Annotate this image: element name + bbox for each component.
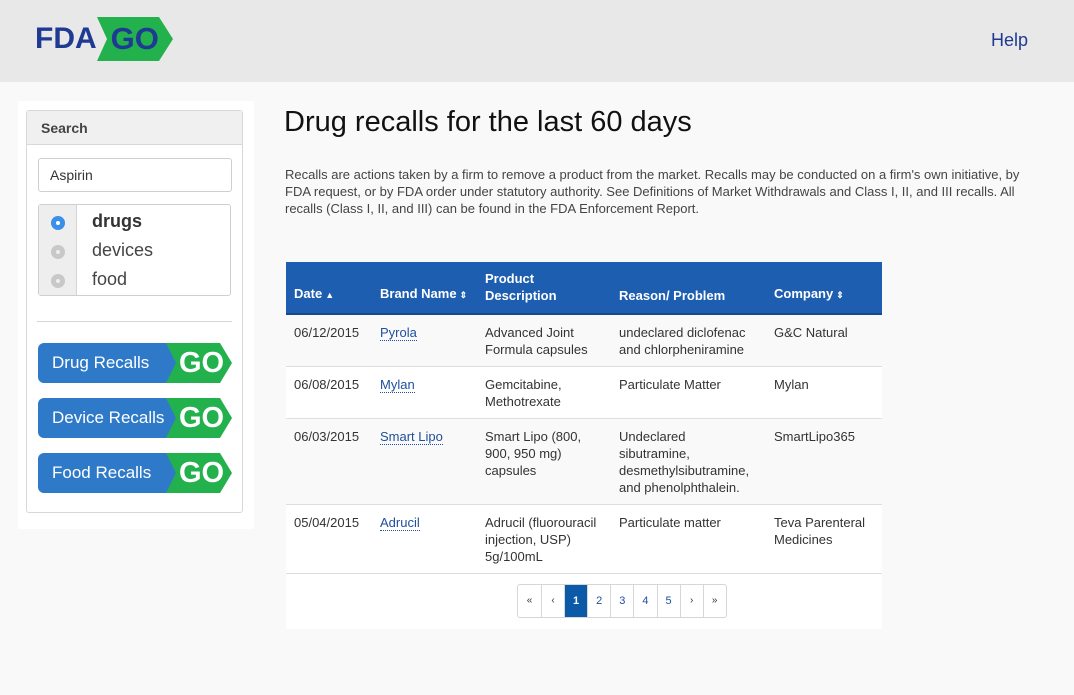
device-recalls-button[interactable]: Device Recalls GO [38, 398, 232, 438]
cell-company: Teva Parenteral Medicines [766, 504, 882, 574]
last-page-button[interactable]: » [702, 585, 726, 617]
sort-icon: ⇕ [459, 290, 468, 300]
cell-company: G&C Natural [766, 314, 882, 367]
logo-go-badge: GO [96, 17, 173, 61]
table-row: 06/03/2015 Smart Lipo Smart Lipo (800, 9… [286, 418, 882, 505]
previous-page-button[interactable]: ‹ [541, 585, 564, 617]
radio-label-devices: devices [92, 240, 154, 260]
cell-product: Adrucil (fluorouracil injection, USP) 5g… [477, 504, 611, 574]
radio-option-devices[interactable]: devices [39, 236, 231, 265]
food-recalls-button[interactable]: Food Recalls GO [38, 453, 232, 493]
column-header-brand-name[interactable]: Brand Name ⇕ [372, 262, 477, 315]
category-radio-group: drugs devices food [38, 204, 231, 296]
recalls-table-container: Date ▲ Brand Name ⇕ Product Description Re… [286, 262, 882, 629]
device-recalls-label: Device Recalls [52, 408, 165, 427]
table-row: 06/08/2015 Mylan Gemcitabine, Methotrexa… [286, 366, 882, 419]
column-header-company[interactable]: Company ⇕ [766, 262, 882, 315]
radio-label-food: food [92, 269, 128, 289]
recalls-table: Date ▲ Brand Name ⇕ Product Description Re… [286, 262, 882, 574]
intro-paragraph: Recalls are actions taken by a firm to r… [285, 167, 1020, 216]
sidebar: Search drugs devices food Drug Recalls [18, 101, 254, 529]
table-row: 05/04/2015 Adrucil Adrucil (fluorouracil… [286, 504, 882, 574]
top-header: FDA GO Help [0, 0, 1074, 82]
brand-link[interactable]: Adrucil [380, 515, 420, 531]
logo-fda-text: FDA [35, 22, 97, 55]
go-label: GO [179, 457, 225, 489]
search-panel: Search drugs devices food Drug Recalls [26, 110, 243, 513]
cell-reason: Undeclared sibutramine, desmethylsibutra… [611, 418, 766, 505]
cell-brand: Mylan [372, 366, 477, 419]
cell-company: SmartLipo365 [766, 418, 882, 505]
radio-label-drugs: drugs [92, 211, 143, 231]
page-button-3[interactable]: 3 [610, 585, 633, 617]
column-header-label: Brand Name [380, 286, 457, 301]
help-link[interactable]: Help [991, 30, 1028, 51]
cell-product: Advanced Joint Formula capsules [477, 314, 611, 367]
brand-link[interactable]: Smart Lipo [380, 429, 443, 445]
radio-option-drugs[interactable]: drugs [39, 207, 231, 236]
radio-option-food[interactable]: food [39, 265, 231, 294]
page-button-4[interactable]: 4 [633, 585, 656, 617]
page-button-2[interactable]: 2 [587, 585, 610, 617]
page-button-1[interactable]: 1 [564, 585, 588, 617]
brand-link[interactable]: Pyrola [380, 325, 417, 341]
next-page-button[interactable]: › [679, 585, 703, 617]
sidebar-divider [37, 321, 232, 322]
first-page-button[interactable]: « [518, 585, 541, 617]
sort-icon: ⇕ [836, 290, 844, 300]
column-header-label: Reason/ Problem [619, 288, 726, 303]
fda-go-logo[interactable]: FDA GO [35, 17, 173, 61]
cell-reason: undeclared diclofenac and chlorphenirami… [611, 314, 766, 367]
go-label: GO [179, 347, 225, 379]
table-header-row: Date ▲ Brand Name ⇕ Product Description Re… [286, 262, 882, 315]
sort-ascending-icon: ▲ [325, 290, 335, 300]
column-header-date[interactable]: Date ▲ [286, 262, 372, 315]
column-header-label: Company [774, 286, 834, 301]
cell-brand: Smart Lipo [372, 418, 477, 505]
cell-reason: Particulate matter [611, 504, 766, 574]
cell-brand: Pyrola [372, 314, 477, 367]
page-button-5[interactable]: 5 [656, 585, 680, 617]
cell-brand: Adrucil [372, 504, 477, 574]
cell-product: Gemcitabine, Methotrexate [477, 366, 611, 419]
cell-date: 06/08/2015 [286, 366, 372, 419]
cell-date: 06/12/2015 [286, 314, 372, 367]
cell-company: Mylan [766, 366, 882, 419]
cell-reason: Particulate Matter [611, 366, 766, 419]
radio-unchecked-icon[interactable] [51, 274, 65, 288]
go-label: GO [179, 402, 225, 434]
search-panel-title: Search [27, 111, 242, 145]
brand-link[interactable]: Mylan [380, 377, 415, 393]
table-row: 06/12/2015 Pyrola Advanced Joint Formula… [286, 314, 882, 367]
search-input[interactable] [38, 158, 232, 192]
cell-date: 05/04/2015 [286, 504, 372, 574]
food-recalls-label: Food Recalls [52, 463, 152, 482]
drug-recalls-label: Drug Recalls [52, 353, 150, 372]
cell-date: 06/03/2015 [286, 418, 372, 505]
column-header-label: Product Description [485, 271, 557, 303]
logo-go-text: GO [110, 21, 159, 56]
radio-unchecked-icon[interactable] [51, 245, 65, 259]
cell-product: Smart Lipo (800, 900, 950 mg) capsules [477, 418, 611, 505]
column-header-label: Date [294, 286, 323, 301]
page-title: Drug recalls for the last 60 days [284, 106, 692, 138]
radio-checked-icon[interactable] [51, 216, 65, 230]
drug-recalls-button[interactable]: Drug Recalls GO [38, 343, 232, 383]
pagination: « ‹ 1 2 3 4 5 › » [517, 584, 727, 618]
column-header-product-description: Product Description [477, 262, 611, 315]
column-header-reason: Reason/ Problem [611, 262, 766, 315]
